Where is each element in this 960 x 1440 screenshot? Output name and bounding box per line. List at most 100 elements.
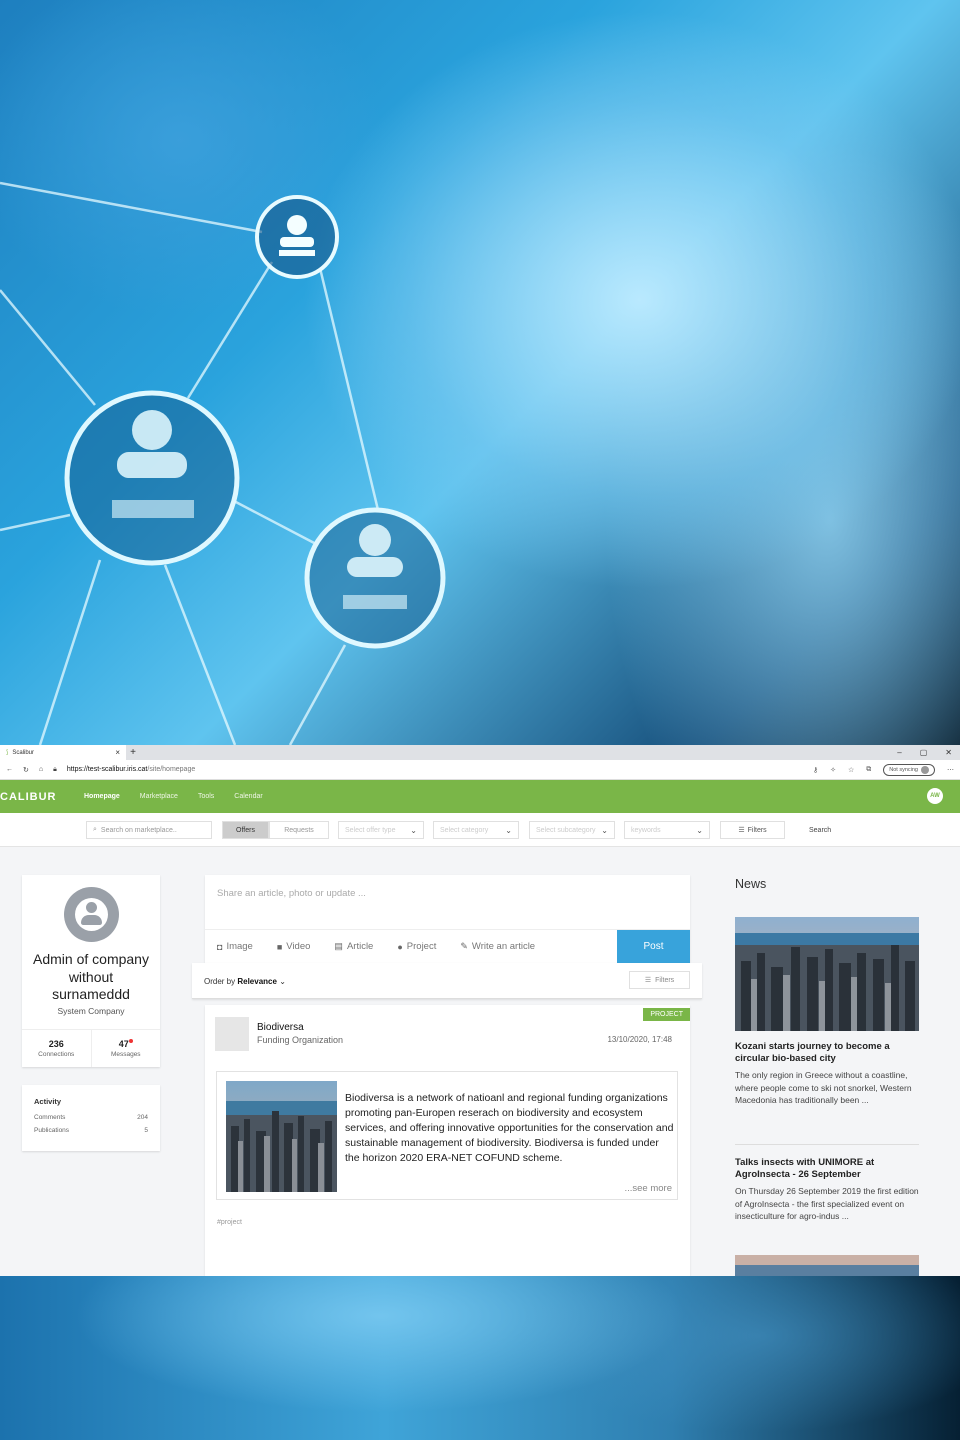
profile-icon: [921, 765, 929, 774]
image-button[interactable]: ◘ Image: [205, 941, 265, 952]
user-avatar[interactable]: AW: [927, 788, 943, 804]
activity-row[interactable]: Publications 5: [34, 1127, 148, 1134]
extensions-icon[interactable]: ✧: [830, 766, 836, 774]
subcategory-select[interactable]: Select subcategory ⌄: [529, 821, 615, 839]
order-value: Relevance: [237, 977, 277, 986]
browser-tabbar: ⟆ Scalibur × + – ▢ ✕: [0, 745, 960, 760]
feed-filters-label: Filters: [655, 976, 675, 984]
browser-window: ⟆ Scalibur × + – ▢ ✕ ← ↻ ⌂ 🔒︎ https://te…: [0, 745, 960, 1276]
post-hashtag[interactable]: #project: [217, 1219, 242, 1226]
sync-button[interactable]: Not syncing: [883, 763, 935, 776]
main-content: Admin of company without surnameddd Syst…: [0, 847, 960, 1276]
category-label: Select category: [440, 826, 489, 834]
post-image: [226, 1081, 337, 1192]
post-date: 13/10/2020, 17:48: [607, 1035, 672, 1044]
nav-homepage[interactable]: Homepage: [84, 793, 120, 800]
search-button[interactable]: Search: [803, 821, 848, 839]
background-photo-top: [0, 0, 960, 745]
project-button[interactable]: ● Project: [385, 941, 448, 952]
news-headline-1[interactable]: Kozani starts journey to become a circul…: [735, 1041, 921, 1065]
subcategory-label: Select subcategory: [536, 826, 596, 834]
chevron-down-icon: ⌄: [601, 825, 608, 835]
new-tab-button[interactable]: +: [126, 747, 140, 758]
tab-favicon-icon: ⟆: [6, 750, 9, 756]
offer-type-select[interactable]: Select offer type ⌄: [338, 821, 424, 839]
post-composer: Share an article, photo or update ... ◘ I…: [205, 875, 690, 964]
composer-input[interactable]: Share an article, photo or update ...: [217, 888, 366, 899]
keywords-select[interactable]: keywords ⌄: [624, 821, 710, 839]
requests-toggle[interactable]: Requests: [269, 821, 329, 839]
search-icon: ⌕: [93, 826, 97, 833]
pencil-icon: ✎: [460, 941, 468, 951]
category-select[interactable]: Select category ⌄: [433, 821, 519, 839]
messages-count: 47: [118, 1039, 129, 1049]
nav-calendar[interactable]: Calendar: [234, 793, 262, 800]
profile-avatar-icon[interactable]: [63, 887, 119, 942]
activity-row[interactable]: Comments 204: [34, 1114, 148, 1121]
browser-tab[interactable]: ⟆ Scalibur ×: [0, 745, 126, 760]
keywords-label: keywords: [631, 826, 661, 834]
connections-label: Connections: [38, 1051, 75, 1058]
org-logo[interactable]: [215, 1017, 249, 1051]
city-skyline-image: [735, 917, 919, 1031]
node-right: [304, 507, 446, 649]
marketplace-search-input[interactable]: ⌕ Search on marketplace..: [86, 821, 212, 839]
messages-stat[interactable]: 47 Messages: [90, 1030, 161, 1067]
nav-tools[interactable]: Tools: [198, 793, 214, 800]
news-excerpt-2: On Thursday 26 September 2019 the first …: [735, 1186, 919, 1221]
order-prefix: Order by: [204, 977, 236, 986]
city-skyline-image: [735, 1255, 919, 1276]
news-headline-2[interactable]: Talks insects with UNIMORE at AgroInsect…: [735, 1157, 921, 1181]
url-path: /site/homepage: [147, 766, 196, 773]
activity-title: Activity: [34, 1097, 62, 1106]
order-bar: Order by Relevance ⌄ ☰ Filters: [192, 963, 702, 999]
offers-toggle[interactable]: Offers: [222, 821, 269, 839]
address-bar: ← ↻ ⌂ 🔒︎ https://test-scalibur.iris.cat/…: [0, 760, 960, 780]
maximize-button[interactable]: ▢: [920, 748, 928, 757]
nav-marketplace[interactable]: Marketplace: [140, 793, 178, 800]
key-icon[interactable]: ⚷: [813, 766, 818, 774]
news-divider: [735, 1144, 919, 1145]
more-icon[interactable]: ⋯: [947, 766, 954, 774]
post-content[interactable]: Biodiversa is a network of natioanl and …: [216, 1071, 678, 1200]
filters-label: Filters: [747, 826, 767, 834]
app-logo[interactable]: CALIBUR: [0, 791, 84, 803]
sync-label: Not syncing: [889, 766, 918, 773]
url-field[interactable]: https://test-scalibur.iris.cat/site/home…: [67, 766, 803, 773]
see-more-link[interactable]: ...see more: [624, 1183, 672, 1194]
favorites-icon[interactable]: ☆: [848, 766, 854, 774]
url-host: https://test-scalibur.iris.cat: [66, 766, 148, 773]
collections-icon[interactable]: ⧉: [866, 766, 871, 774]
order-select[interactable]: Order by Relevance ⌄: [204, 977, 286, 986]
post-button[interactable]: Post: [617, 929, 690, 964]
offer-type-label: Select offer type: [345, 826, 396, 834]
document-icon: ▤: [334, 941, 343, 951]
write-article-label: Write an article: [471, 941, 536, 952]
tab-close-icon[interactable]: ×: [115, 748, 120, 757]
article-button[interactable]: ▤ Article: [322, 941, 385, 952]
org-name[interactable]: Biodiversa: [257, 1022, 304, 1033]
chevron-down-icon: ⌄: [696, 825, 703, 835]
back-icon[interactable]: ←: [6, 766, 13, 773]
filter-icon: ☰: [644, 977, 652, 984]
feed-post-card: PROJECT Biodiversa Funding Organization …: [205, 1005, 690, 1276]
refresh-icon[interactable]: ↻: [23, 766, 29, 774]
app-navbar: CALIBUR Homepage Marketplace Tools Calen…: [0, 780, 960, 813]
filters-button[interactable]: ☰ Filters: [720, 821, 785, 839]
search-placeholder: Search on marketplace..: [100, 826, 177, 834]
activity-value: 204: [137, 1114, 148, 1121]
project-badge: PROJECT: [643, 1008, 690, 1021]
news-image-3[interactable]: [735, 1255, 919, 1276]
write-article-button[interactable]: ✎ Write an article: [448, 941, 547, 952]
video-button[interactable]: ■ Video: [265, 941, 323, 952]
news-image-1[interactable]: [735, 917, 919, 1031]
close-window-button[interactable]: ✕: [945, 748, 952, 757]
background-photo-bottom: [0, 1276, 960, 1440]
connections-stat[interactable]: 236 Connections: [22, 1030, 91, 1067]
image-label: Image: [226, 941, 253, 952]
profile-name[interactable]: Admin of company without surnameddd: [22, 951, 160, 1004]
home-icon[interactable]: ⌂: [39, 766, 43, 773]
minimize-button[interactable]: –: [897, 748, 901, 757]
feed-filters-button[interactable]: ☰ Filters: [629, 971, 690, 989]
profile-company: System Company: [57, 1005, 125, 1016]
